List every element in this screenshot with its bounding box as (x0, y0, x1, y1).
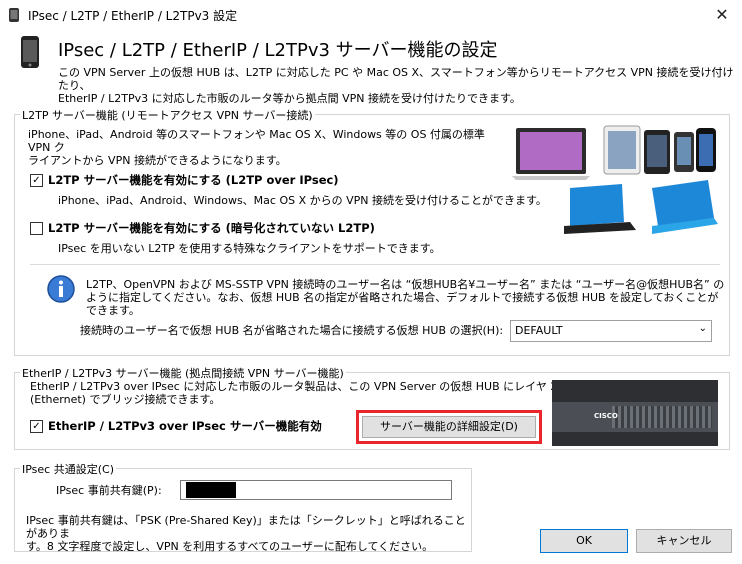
default-hub-select[interactable]: DEFAULT ⌄ (510, 320, 712, 342)
etherip-description-line: EtherIP / L2TPv3 over IPsec に対応した市販のルータ製… (30, 380, 558, 393)
ok-button[interactable]: OK (540, 529, 628, 553)
l2tp-raw-checkbox[interactable] (30, 222, 43, 235)
title-bar: IPsec / L2TP / EtherIP / L2TPv3 設定 ✕ (0, 0, 742, 30)
username-info: L2TP、OpenVPN および MS-SSTP VPN 接続時のユーザー名は … (86, 278, 726, 317)
etherip-description: EtherIP / L2TPv3 over IPsec に対応した市販のルータ製… (30, 380, 570, 406)
page-description: この VPN Server 上の仮想 HUB は、L2TP に対応した PC や… (58, 66, 738, 105)
etherip-group-label: EtherIP / L2TPv3 サーバー機能 (拠点間接続 VPN サーバー機… (20, 365, 346, 381)
psk-note-line: す。8 文字程度で設定し、VPN を利用するすべてのユーザーに配布してください。 (26, 540, 434, 553)
l2tp-raw-label[interactable]: L2TP サーバー機能を有効にする (暗号化されていない L2TP) (48, 222, 375, 235)
etherip-description-line: (Ethernet) でブリッジ接続できます。 (30, 393, 221, 406)
l2tp-ipsec-checkbox[interactable]: ✓ (30, 174, 43, 187)
default-hub-label: 接続時のユーザー名で仮想 HUB 名が省略された場合に接続する仮想 HUB の選… (80, 324, 504, 337)
psk-input[interactable] (180, 480, 452, 500)
l2tp-ipsec-label[interactable]: L2TP サーバー機能を有効にする (L2TP over IPsec) (48, 174, 339, 187)
chevron-down-icon: ⌄ (698, 323, 707, 334)
l2tp-description-line: ライアントから VPN 接続ができるようになります。 (28, 154, 287, 167)
default-hub-value: DEFAULT (515, 324, 563, 337)
devices-illustration (512, 125, 718, 234)
close-button[interactable]: ✕ (705, 2, 739, 28)
username-info-line: ように指定してください。なお、仮想 HUB 名の指定が省略された場合、デフォルト… (86, 291, 719, 317)
settings-dialog: IPsec / L2TP / EtherIP / L2TPv3 設定 ✕ IPs… (0, 0, 742, 564)
psk-redacted-value (186, 482, 236, 498)
psk-note: IPsec 事前共有鍵は、「PSK (Pre-Shared Key)」または「シ… (26, 514, 466, 553)
psk-note-line: IPsec 事前共有鍵は、「PSK (Pre-Shared Key)」または「シ… (26, 514, 466, 540)
username-info-line: L2TP、OpenVPN および MS-SSTP VPN 接続時のユーザー名は … (86, 278, 725, 291)
phone-app-icon (9, 8, 19, 22)
page-description-line: この VPN Server 上の仮想 HUB は、L2TP に対応した PC や… (58, 66, 734, 92)
smartphone-icon (21, 36, 39, 68)
etherip-label[interactable]: EtherIP / L2TPv3 over IPsec サーバー機能有効 (48, 420, 322, 433)
cancel-button[interactable]: キャンセル (636, 529, 732, 553)
page-title: IPsec / L2TP / EtherIP / L2TPv3 サーバー機能の設… (58, 40, 498, 61)
detail-settings-button[interactable]: サーバー機能の詳細設定(D) (356, 410, 542, 444)
etherip-checkbox[interactable]: ✓ (30, 420, 43, 433)
l2tp-group-label: L2TP サーバー機能 (リモートアクセス VPN サーバー接続) (20, 107, 315, 123)
window-title: IPsec / L2TP / EtherIP / L2TPv3 設定 (28, 9, 238, 23)
l2tp-description: iPhone、iPad、Android 等のスマートフォンや Mac OS X、… (28, 128, 508, 167)
ipsec-group-label: IPsec 共通設定(C) (20, 461, 116, 477)
page-description-line: EtherIP / L2TPv3 に対応した市販のルータ等から拠点間 VPN 接… (58, 92, 521, 105)
router-vents (612, 406, 712, 428)
info-icon (47, 275, 75, 303)
l2tp-raw-description: IPsec を用いない L2TP を使用する特殊なクライアントをサポートできます… (58, 242, 441, 255)
l2tp-description-line: iPhone、iPad、Android 等のスマートフォンや Mac OS X、… (28, 128, 485, 154)
psk-label: IPsec 事前共有鍵(P): (56, 484, 162, 497)
l2tp-ipsec-description: iPhone、iPad、Android、Windows、Mac OS X からの… (58, 194, 547, 207)
router-brand: CISCO (594, 412, 618, 420)
divider (30, 264, 720, 265)
router-image: CISCO (552, 380, 718, 446)
